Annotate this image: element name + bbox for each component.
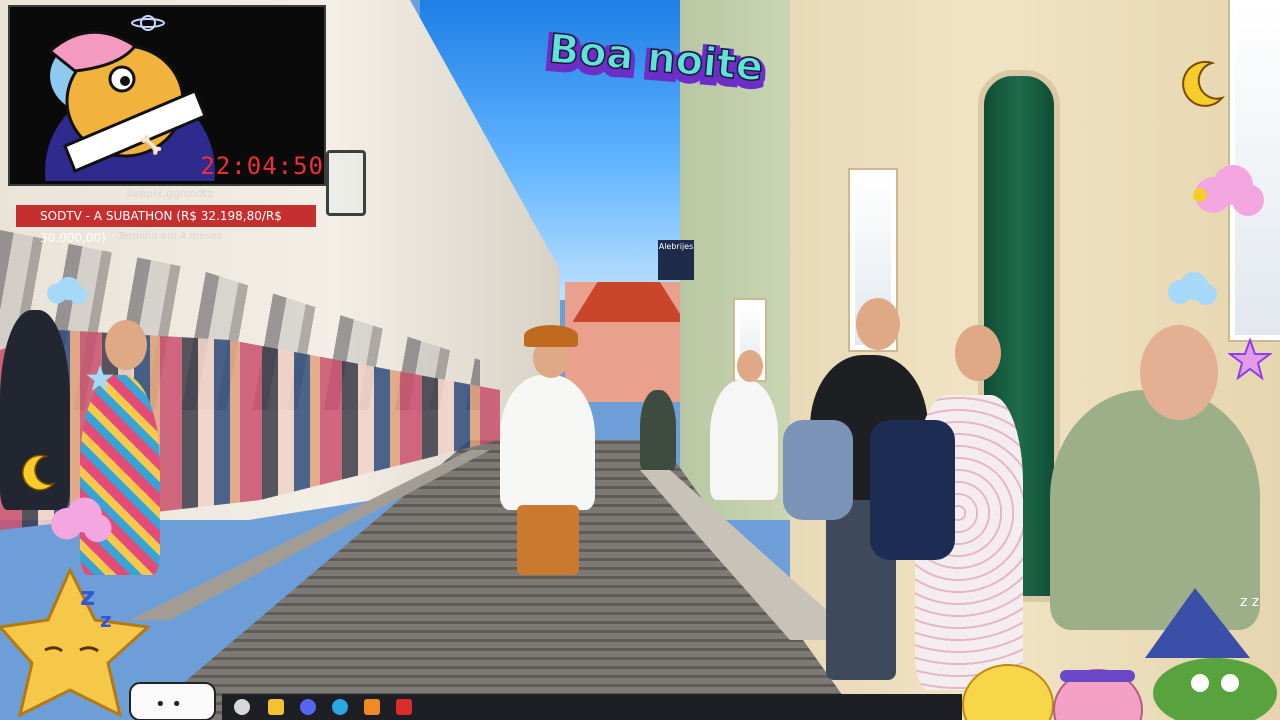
streamer-avatar-icon: 🦴 [45,30,215,181]
young-man-head [856,298,900,350]
distant-walker [640,390,676,470]
emoji-icon[interactable] [234,699,250,715]
star-icon [86,365,114,391]
livepix-url: livepix.gg/sodtz [126,187,214,200]
tote-bag [783,420,853,520]
shop-sign-text: Alebrijes [658,242,694,251]
yellow-blob-emote-icon [962,664,1054,720]
street-lamp [326,150,366,216]
discord-icon[interactable] [300,699,316,715]
edge-icon[interactable] [332,699,348,715]
walker-white-shirt [710,380,778,500]
kirby-emote-icon [1053,669,1143,720]
svg-text:z: z [80,582,95,612]
svg-text:• •: • • [155,694,182,715]
blue-cloud-icon [1168,272,1217,305]
svg-text:z z: z z [1240,594,1259,610]
stream-timer: 22:04:50 [200,152,324,180]
taskbar [222,694,962,720]
man-white-shirt [500,375,595,510]
goal-subtext: Termina em 4 meses [118,231,222,242]
app-red-icon[interactable] [396,699,412,715]
shop-sign: Alebrijes [658,240,694,280]
navy-jacket [870,420,955,560]
woman-head [955,325,1001,381]
greeting-sticker: Boa noite Boa noite [542,25,770,100]
blue-cloud-icon [47,276,88,305]
subathon-goal-bar: SODTV - A SUBATHON (R$ 32.198,80/R$ 30.0… [16,205,316,245]
star-icon [1228,338,1272,380]
pixel-cat-icon: • • [129,682,216,720]
moon-icon [1182,60,1225,107]
planet-icon [131,15,165,31]
walker-head [737,350,763,382]
file-explorer-icon[interactable] [268,699,284,715]
svg-text:z: z [100,608,112,632]
pink-cloud-icon [1193,165,1264,216]
older-woman-head [1140,325,1218,420]
webcam-overlay: 🦴 22:04:50 [8,5,326,186]
moon-icon [22,454,56,491]
svg-text:🦴: 🦴 [140,134,162,156]
wizard-pepe-emote-icon: z z [1145,588,1277,720]
greeting-text: Boa noite [547,26,765,91]
app-icon[interactable] [364,699,380,715]
pink-cloud-icon [51,497,112,543]
bucket-hat [524,325,578,347]
man-shorts [517,505,579,575]
